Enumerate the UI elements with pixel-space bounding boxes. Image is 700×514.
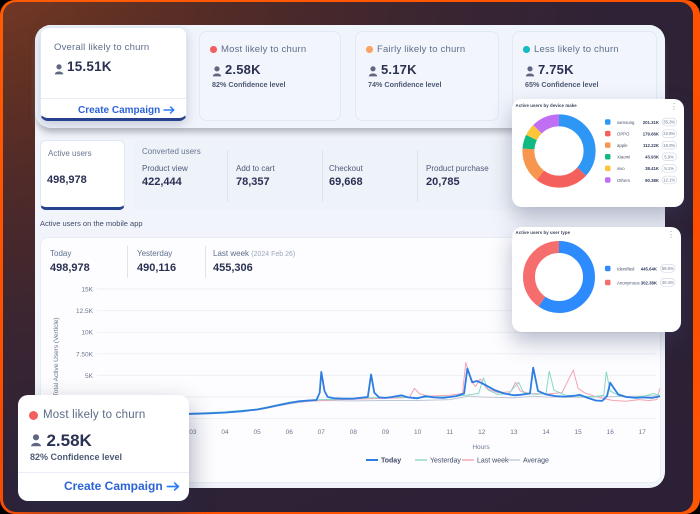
svg-text:12: 12 — [478, 429, 486, 436]
svg-text:38.41K: 38.41K — [645, 166, 660, 171]
svg-text:Today: Today — [381, 458, 401, 465]
svg-text:59.6%: 59.6% — [662, 266, 674, 271]
svg-text:Yesterday: Yesterday — [430, 458, 461, 465]
svg-text:samsung: samsung — [617, 120, 635, 125]
svg-text:15: 15 — [574, 429, 582, 436]
svg-text:Xiaomi: Xiaomi — [617, 155, 630, 160]
svg-text:16: 16 — [607, 429, 615, 436]
svg-text:179.66K: 179.66K — [643, 131, 660, 136]
svg-text:OPPO: OPPO — [617, 131, 630, 136]
svg-text:90.38K: 90.38K — [645, 178, 660, 183]
svg-text:vivo: vivo — [617, 166, 625, 171]
svg-text:Identified: Identified — [617, 266, 635, 271]
svg-text:201.31K: 201.31K — [643, 120, 660, 125]
svg-text:5.9%: 5.9% — [664, 154, 674, 159]
svg-text:7.50K: 7.50K — [76, 351, 94, 358]
svg-text:08: 08 — [350, 429, 358, 436]
svg-text:apple: apple — [617, 143, 628, 148]
svg-text:04: 04 — [221, 429, 229, 436]
svg-text:Others: Others — [617, 178, 630, 183]
svg-text:07: 07 — [318, 429, 326, 436]
svg-text:13: 13 — [510, 429, 518, 436]
svg-text:12.1%: 12.1% — [663, 178, 675, 183]
svg-text:03: 03 — [189, 429, 197, 436]
svg-text:10K: 10K — [81, 330, 93, 337]
svg-text:17: 17 — [639, 429, 647, 436]
svg-text:15.0%: 15.0% — [663, 143, 675, 148]
svg-text:40.4%: 40.4% — [662, 280, 674, 285]
svg-text:Total Active Users (Verticle): Total Active Users (Verticle) — [53, 317, 60, 396]
svg-text:14: 14 — [542, 429, 550, 436]
svg-text:445.64K: 445.64K — [641, 266, 658, 271]
svg-text:Anonymous: Anonymous — [617, 280, 640, 285]
svg-text:05: 05 — [253, 429, 261, 436]
svg-text:11: 11 — [446, 429, 453, 436]
svg-text:15K: 15K — [81, 287, 93, 294]
svg-text:10: 10 — [414, 429, 422, 436]
svg-text:112.22K: 112.22K — [643, 143, 660, 148]
svg-text:5.1%: 5.1% — [664, 166, 674, 171]
svg-text:Average: Average — [523, 458, 549, 465]
svg-text:09: 09 — [382, 429, 390, 436]
svg-text:12.5K: 12.5K — [76, 308, 94, 315]
svg-text:43.93K: 43.93K — [645, 155, 660, 160]
svg-text:Last week: Last week — [477, 458, 509, 465]
svg-text:Hours: Hours — [472, 444, 490, 451]
svg-text:06: 06 — [286, 429, 294, 436]
svg-text:22.8%: 22.8% — [663, 131, 675, 136]
svg-text:35.3%: 35.3% — [663, 120, 675, 125]
svg-text:302.38K: 302.38K — [641, 280, 658, 285]
svg-text:5K: 5K — [85, 373, 94, 380]
